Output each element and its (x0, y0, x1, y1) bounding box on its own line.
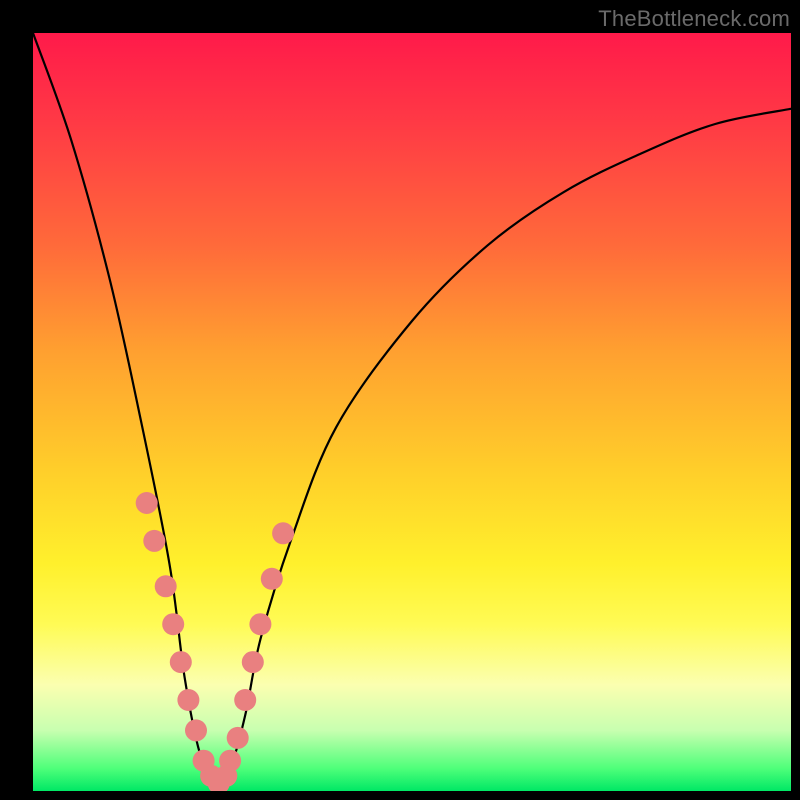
data-point (219, 750, 241, 772)
data-point (234, 689, 256, 711)
data-point (170, 651, 192, 673)
plot-area (33, 33, 791, 791)
watermark-label: TheBottleneck.com (598, 6, 790, 32)
data-point (249, 613, 271, 635)
data-point (136, 492, 158, 514)
data-point (162, 613, 184, 635)
data-point (177, 689, 199, 711)
data-point (272, 522, 294, 544)
data-point (185, 719, 207, 741)
bottleneck-curve (33, 33, 791, 791)
outer-frame: TheBottleneck.com (0, 0, 800, 800)
data-point (261, 568, 283, 590)
data-point (242, 651, 264, 673)
data-point (143, 530, 165, 552)
data-point (227, 727, 249, 749)
data-point (155, 575, 177, 597)
